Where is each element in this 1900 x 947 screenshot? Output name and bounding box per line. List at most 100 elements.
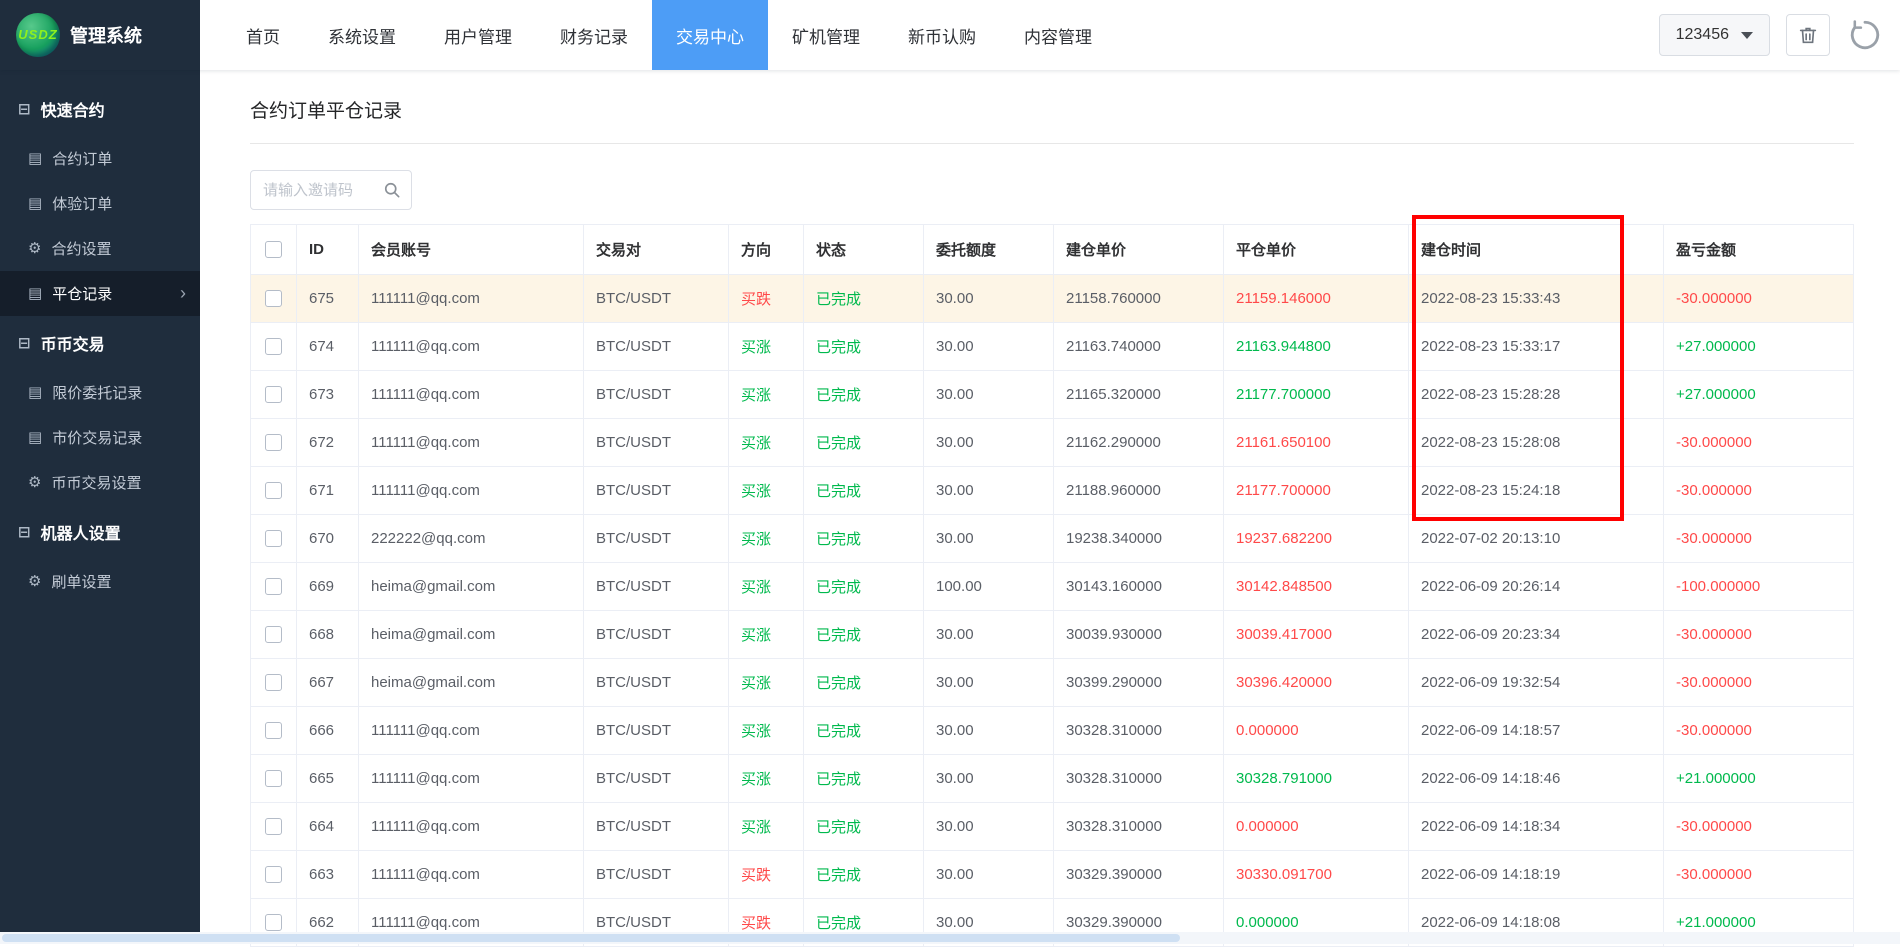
cell-account: 111111@qq.com bbox=[359, 851, 584, 899]
topnav-item[interactable]: 新币认购 bbox=[884, 0, 1000, 70]
sidebar-section[interactable]: ⊟快速合约 bbox=[0, 82, 200, 136]
cell-account: 111111@qq.com bbox=[359, 467, 584, 515]
cell-open_price: 21162.290000 bbox=[1054, 419, 1224, 467]
cell-pnl: -100.000000 bbox=[1664, 563, 1854, 611]
sidebar-item-label: 限价委托记录 bbox=[52, 382, 142, 403]
sidebar-item[interactable]: ⚙合约设置 bbox=[0, 226, 200, 271]
row-checkbox[interactable] bbox=[265, 338, 282, 355]
cell-pair: BTC/USDT bbox=[584, 851, 729, 899]
horizontal-scrollbar[interactable] bbox=[0, 932, 1900, 944]
column-header: 建仓单价 bbox=[1054, 225, 1224, 275]
cell-status: 已完成 bbox=[804, 659, 924, 707]
cell-status: 已完成 bbox=[804, 515, 924, 563]
cell-id: 674 bbox=[297, 323, 359, 371]
sidebar-section[interactable]: ⊟机器人设置 bbox=[0, 505, 200, 559]
chevron-right-icon: › bbox=[180, 283, 186, 304]
sidebar-item[interactable]: ▤限价委托记录 bbox=[0, 370, 200, 415]
cell-open_price: 19238.340000 bbox=[1054, 515, 1224, 563]
table-row: 663111111@qq.comBTC/USDT买跌已完成30.0030329.… bbox=[251, 851, 1854, 899]
row-checkbox[interactable] bbox=[265, 290, 282, 307]
logout-button[interactable] bbox=[1846, 16, 1884, 54]
cell-status: 已完成 bbox=[804, 275, 924, 323]
topnav-item[interactable]: 交易中心 bbox=[652, 0, 768, 70]
table-row: 664111111@qq.comBTC/USDT买涨已完成30.0030328.… bbox=[251, 803, 1854, 851]
topnav-item[interactable]: 首页 bbox=[222, 0, 304, 70]
cell-account: 111111@qq.com bbox=[359, 419, 584, 467]
gear-icon: ⚙ bbox=[28, 475, 41, 490]
sidebar-item[interactable]: ⚙刷单设置 bbox=[0, 559, 200, 604]
topnav-item[interactable]: 系统设置 bbox=[304, 0, 420, 70]
row-checkbox[interactable] bbox=[265, 578, 282, 595]
cell-status: 已完成 bbox=[804, 419, 924, 467]
row-checkbox[interactable] bbox=[265, 722, 282, 739]
brand-globe-icon: USDZ bbox=[16, 13, 60, 57]
cell-open_time: 2022-06-09 14:18:46 bbox=[1409, 755, 1664, 803]
brand-title: 管理系统 bbox=[70, 22, 142, 48]
row-checkbox[interactable] bbox=[265, 482, 282, 499]
sidebar-item[interactable]: ▤市价交易记录 bbox=[0, 415, 200, 460]
row-checkbox[interactable] bbox=[265, 434, 282, 451]
cell-account: 111111@qq.com bbox=[359, 323, 584, 371]
row-checkbox[interactable] bbox=[265, 674, 282, 691]
cell-close_price: 21163.944800 bbox=[1224, 323, 1409, 371]
row-checkbox[interactable] bbox=[265, 626, 282, 643]
cell-open_time: 2022-06-09 14:18:34 bbox=[1409, 803, 1664, 851]
topnav-item[interactable]: 财务记录 bbox=[536, 0, 652, 70]
row-checkbox[interactable] bbox=[265, 866, 282, 883]
cell-pnl: -30.000000 bbox=[1664, 467, 1854, 515]
cell-close_price: 21177.700000 bbox=[1224, 371, 1409, 419]
cell-close_price: 0.000000 bbox=[1224, 707, 1409, 755]
sidebar-item[interactable]: ▤体验订单 bbox=[0, 181, 200, 226]
cell-direction: 买涨 bbox=[729, 611, 804, 659]
table-row: 673111111@qq.comBTC/USDT买涨已完成30.0021165.… bbox=[251, 371, 1854, 419]
cell-open_time: 2022-08-23 15:28:28 bbox=[1409, 371, 1664, 419]
cell-open_time: 2022-06-09 19:32:54 bbox=[1409, 659, 1664, 707]
trash-button[interactable] bbox=[1786, 14, 1830, 56]
cell-close_price: 0.000000 bbox=[1224, 803, 1409, 851]
sidebar-section-label: 币币交易 bbox=[41, 331, 105, 355]
cell-close_price: 21177.700000 bbox=[1224, 467, 1409, 515]
cell-pair: BTC/USDT bbox=[584, 659, 729, 707]
cell-open_price: 30039.930000 bbox=[1054, 611, 1224, 659]
row-checkbox[interactable] bbox=[265, 386, 282, 403]
search-icon[interactable] bbox=[382, 180, 402, 200]
cell-close_price: 30396.420000 bbox=[1224, 659, 1409, 707]
column-header: 交易对 bbox=[584, 225, 729, 275]
cell-amount: 30.00 bbox=[924, 467, 1054, 515]
row-checkbox[interactable] bbox=[265, 914, 282, 931]
column-header: 平仓单价 bbox=[1224, 225, 1409, 275]
topnav-item[interactable]: 内容管理 bbox=[1000, 0, 1116, 70]
table-row: 666111111@qq.comBTC/USDT买涨已完成30.0030328.… bbox=[251, 707, 1854, 755]
row-checkbox[interactable] bbox=[265, 770, 282, 787]
sidebar-item[interactable]: ⚙币币交易设置 bbox=[0, 460, 200, 505]
cell-id: 664 bbox=[297, 803, 359, 851]
cell-open_price: 30328.310000 bbox=[1054, 755, 1224, 803]
row-checkbox[interactable] bbox=[265, 818, 282, 835]
table-row: 675111111@qq.comBTC/USDT买跌已完成30.0021158.… bbox=[251, 275, 1854, 323]
select-all-checkbox[interactable] bbox=[265, 241, 282, 258]
cell-pair: BTC/USDT bbox=[584, 803, 729, 851]
cell-status: 已完成 bbox=[804, 323, 924, 371]
cell-amount: 30.00 bbox=[924, 323, 1054, 371]
cell-close_price: 30328.791000 bbox=[1224, 755, 1409, 803]
table-header-row: ID会员账号交易对方向状态委托额度建仓单价平仓单价建仓时间盈亏金额 bbox=[251, 225, 1854, 275]
cell-direction: 买涨 bbox=[729, 467, 804, 515]
cell-open_time: 2022-07-02 20:13:10 bbox=[1409, 515, 1664, 563]
cell-id: 665 bbox=[297, 755, 359, 803]
sidebar-item[interactable]: ▤合约订单 bbox=[0, 136, 200, 181]
topnav-item[interactable]: 矿机管理 bbox=[768, 0, 884, 70]
cell-status: 已完成 bbox=[804, 611, 924, 659]
cell-pair: BTC/USDT bbox=[584, 275, 729, 323]
row-checkbox[interactable] bbox=[265, 530, 282, 547]
cell-open_price: 30328.310000 bbox=[1054, 803, 1224, 851]
cell-pair: BTC/USDT bbox=[584, 707, 729, 755]
user-dropdown[interactable]: 123456 bbox=[1659, 14, 1770, 56]
scrollbar-thumb[interactable] bbox=[2, 934, 1180, 942]
sidebar-item[interactable]: ▤平仓记录› bbox=[0, 271, 200, 316]
column-header: 会员账号 bbox=[359, 225, 584, 275]
cell-open_price: 30328.310000 bbox=[1054, 707, 1224, 755]
cell-direction: 买涨 bbox=[729, 563, 804, 611]
sidebar-section[interactable]: ⊟币币交易 bbox=[0, 316, 200, 370]
topnav-item[interactable]: 用户管理 bbox=[420, 0, 536, 70]
cell-open_price: 21158.760000 bbox=[1054, 275, 1224, 323]
